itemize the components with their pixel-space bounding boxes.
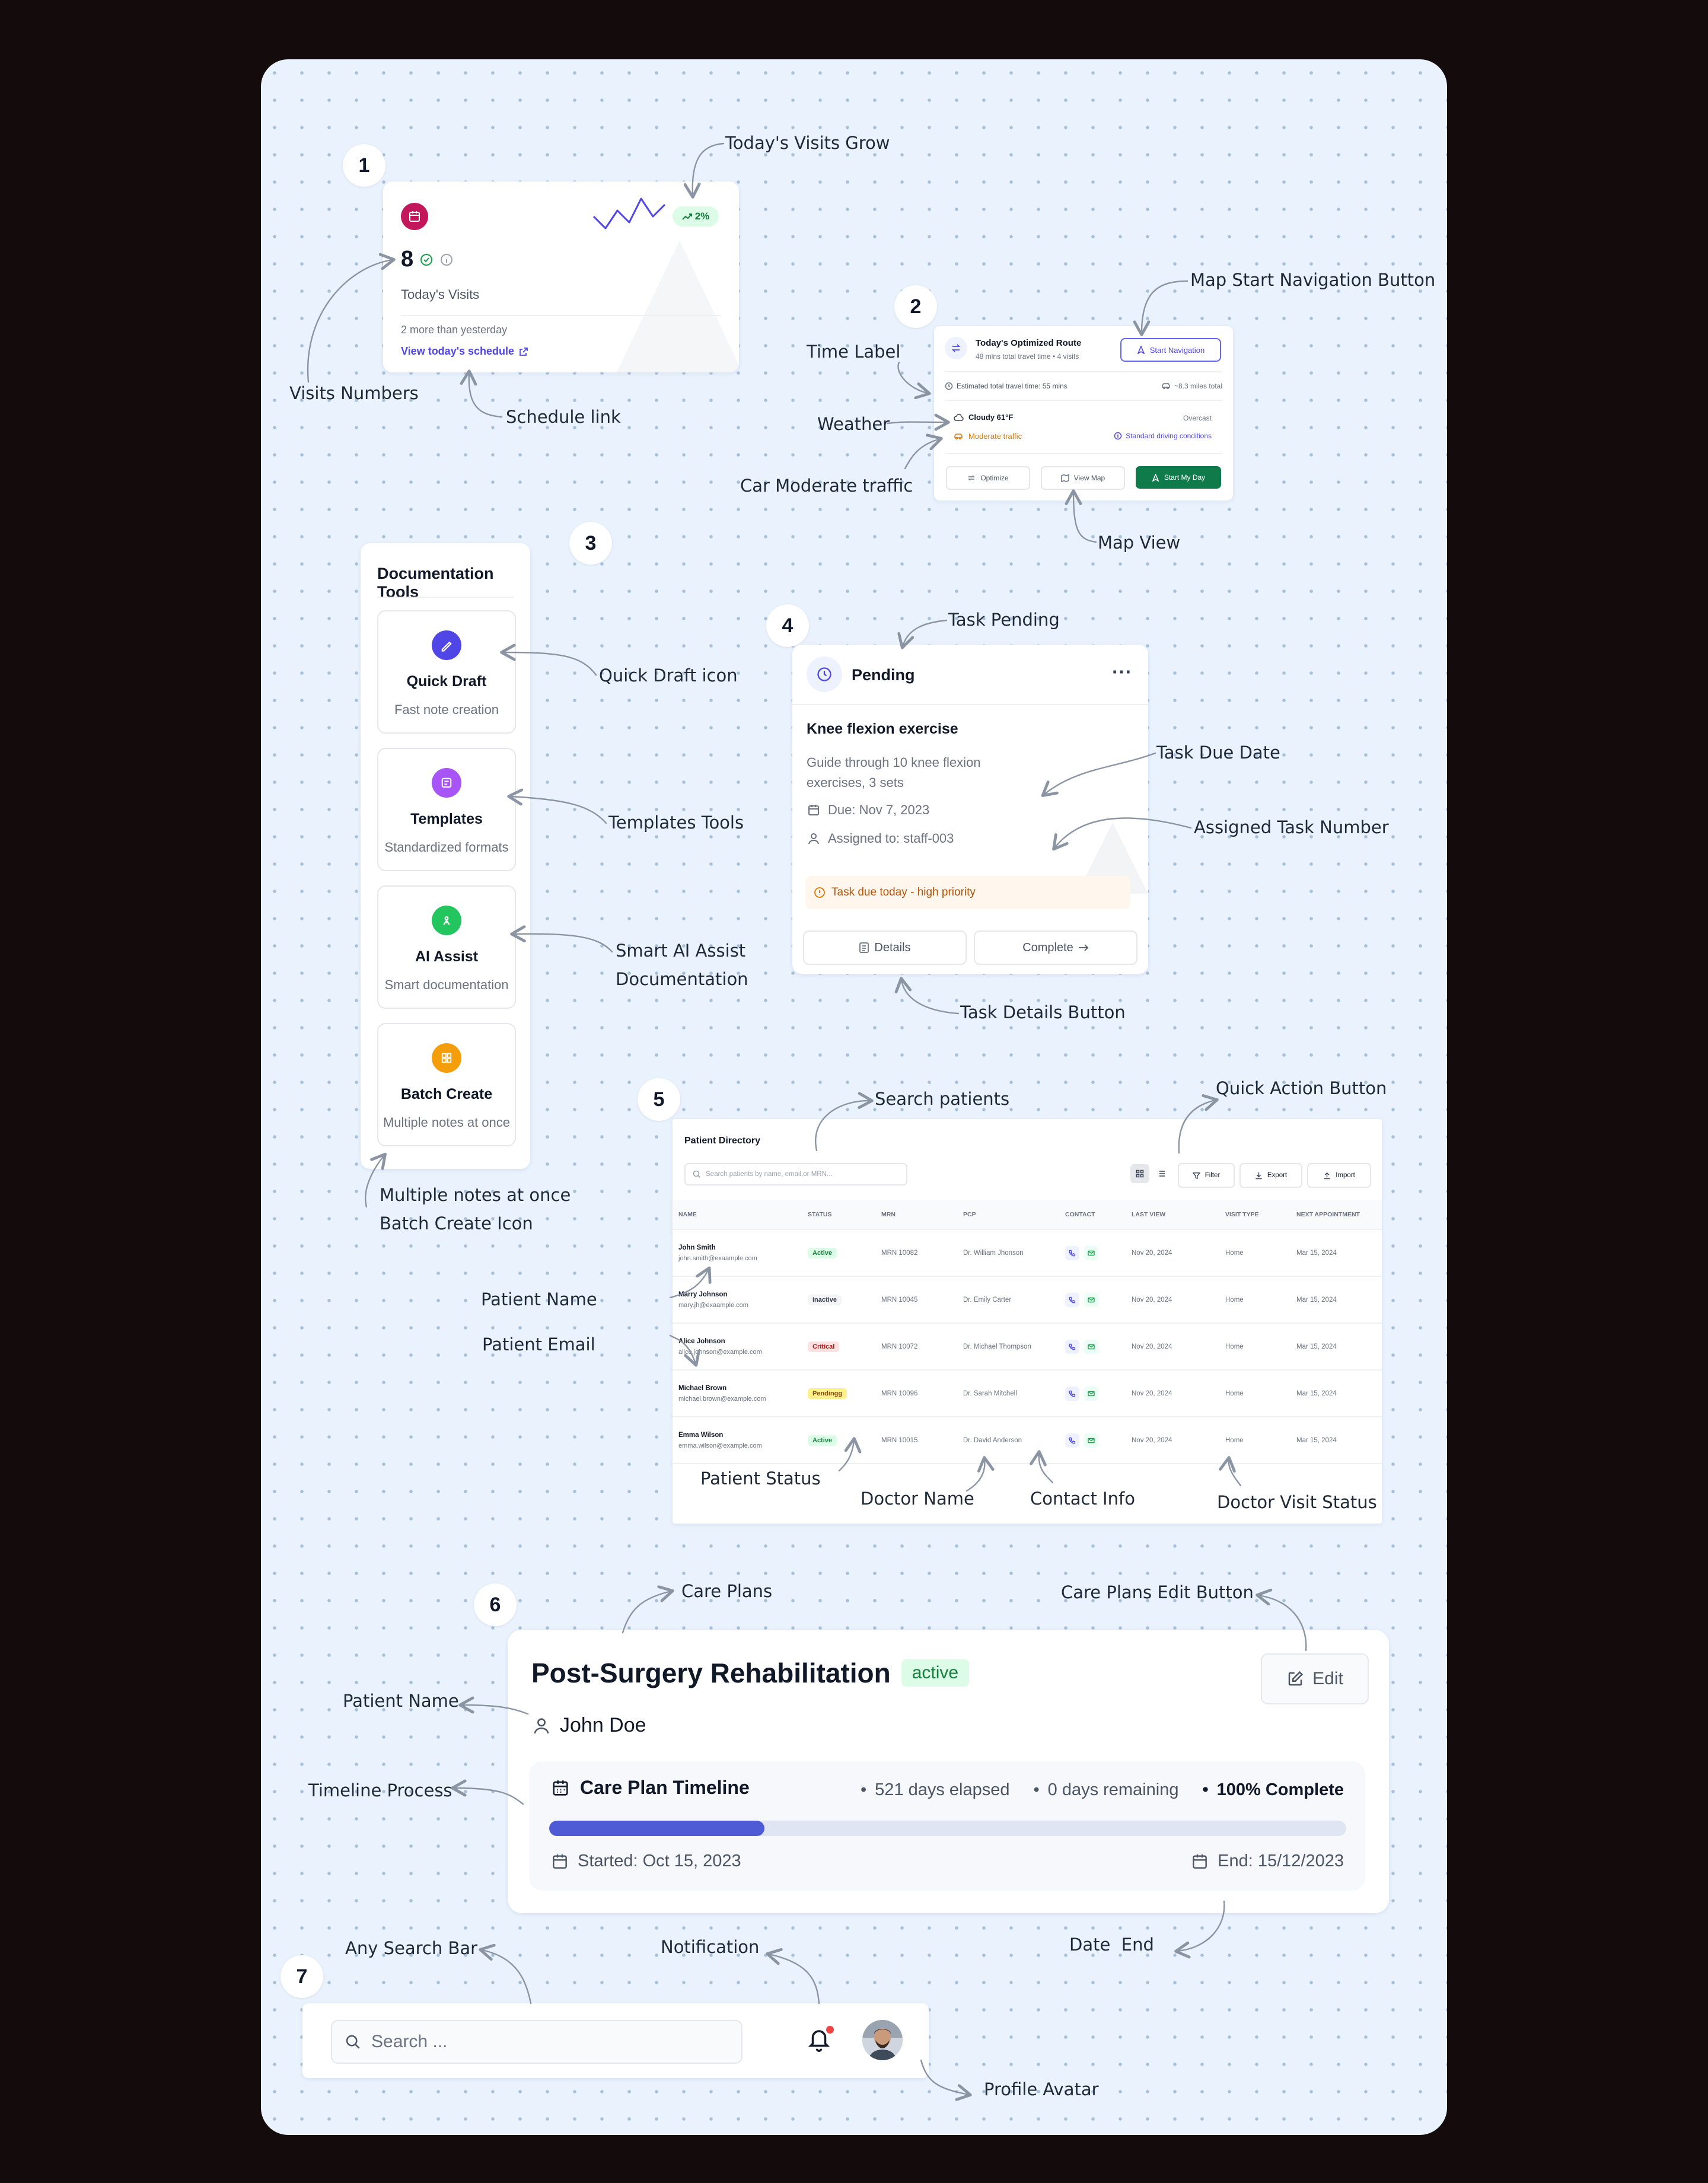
- canvas-board: 1 2% 8 Today's Visits 2 more than yester…: [261, 59, 1447, 2135]
- annotation-arrows: [307, 142, 1307, 2101]
